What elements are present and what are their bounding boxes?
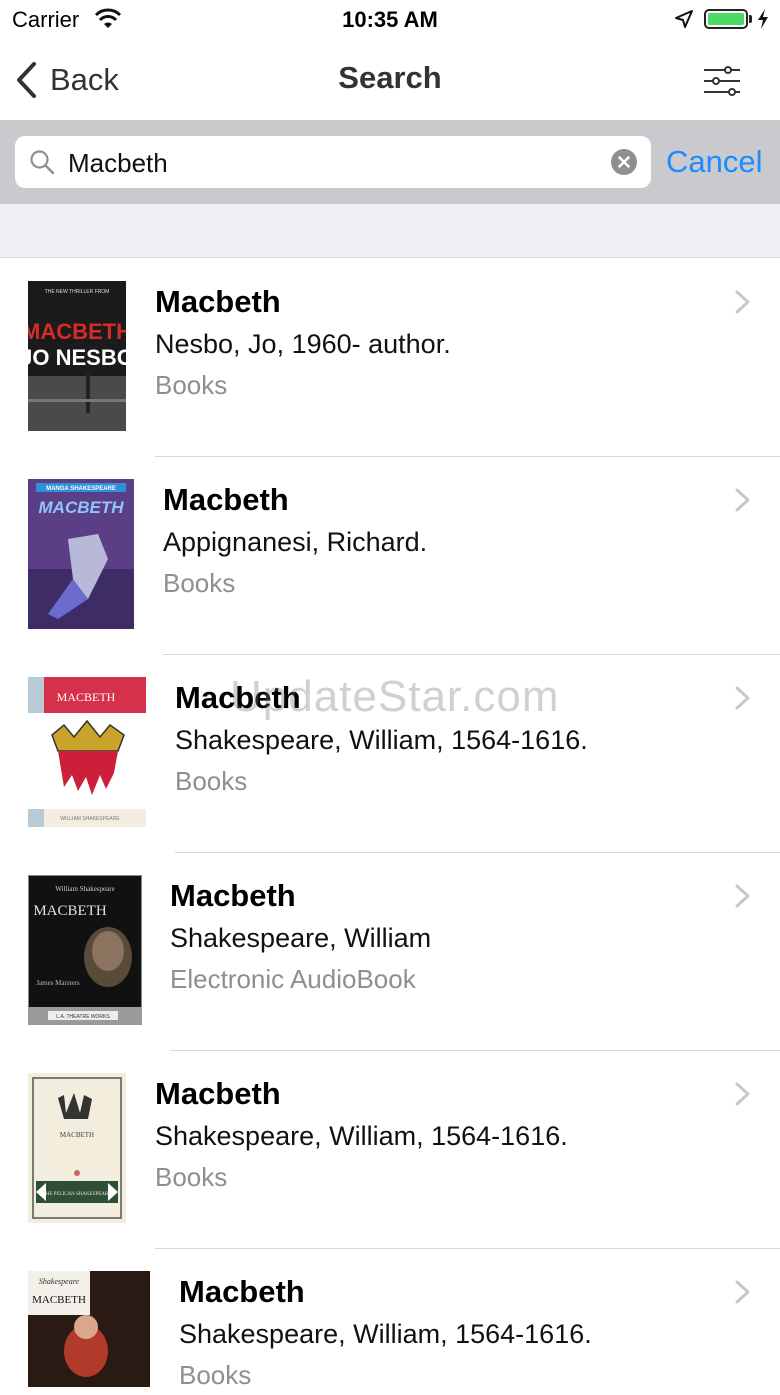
result-format: Electronic AudioBook [170, 964, 416, 994]
clock: 10:35 AM [342, 7, 438, 32]
result-title: Macbeth [175, 680, 301, 715]
svg-text:William Shakespeare: William Shakespeare [55, 885, 114, 893]
list-item[interactable]: MANGA SHAKESPEARE MACBETH Macbeth Appign… [0, 457, 780, 655]
audiobook-cover-image: William Shakespeare MACBETH James Marste… [28, 875, 142, 1025]
chevron-right-icon [735, 1082, 750, 1106]
result-title: Macbeth [170, 878, 296, 913]
sliders-icon[interactable] [702, 66, 742, 96]
svg-text:MACBETH: MACBETH [60, 1131, 94, 1139]
svg-text:MACBETH: MACBETH [33, 903, 107, 919]
result-text: Macbeth Appignanesi, Richard. Books [163, 479, 427, 603]
result-text: Macbeth Shakespeare, William, 1564-1616.… [175, 677, 588, 801]
battery-tip [749, 15, 752, 23]
result-format: Books [155, 370, 228, 400]
result-format: Books [155, 1162, 228, 1192]
book-cover-image: MACBETH THE PELICAN SHAKESPEARE [28, 1073, 126, 1223]
search-query-text: Macbeth [68, 148, 168, 178]
status-bar: Carrier 10:35 AM [0, 0, 780, 40]
search-input[interactable]: Macbeth [15, 136, 651, 188]
result-author: Shakespeare, William, 1564-1616. [155, 1121, 568, 1151]
clear-circle-icon[interactable] [611, 149, 637, 175]
result-author: Nesbo, Jo, 1960- author. [155, 329, 451, 359]
result-author: Shakespeare, William, 1564-1616. [179, 1319, 592, 1349]
result-author: Shakespeare, William, 1564-1616. [175, 725, 588, 755]
result-author: Shakespeare, William [170, 923, 432, 953]
navigation-bar: Back Search [0, 40, 780, 120]
chevron-right-icon [735, 488, 750, 512]
list-item[interactable]: MACBETH THE PELICAN SHAKESPEARE Macbeth … [0, 1051, 780, 1249]
result-title: Macbeth [155, 1076, 281, 1111]
result-format: Books [175, 766, 248, 796]
result-format: Books [163, 568, 236, 598]
svg-text:JO NESBO: JO NESBO [28, 345, 126, 370]
result-text: Macbeth Shakespeare, William, 1564-1616.… [155, 1073, 568, 1197]
page-title: Search [338, 60, 442, 95]
result-text: Macbeth Shakespeare, William Electronic … [170, 875, 431, 999]
result-text: Macbeth Nesbo, Jo, 1960- author. Books [155, 281, 451, 405]
result-format: Books [179, 1360, 252, 1390]
cancel-button[interactable]: Cancel [666, 144, 763, 180]
svg-text:MACBETH: MACBETH [28, 319, 126, 344]
svg-text:MANGA SHAKESPEARE: MANGA SHAKESPEARE [46, 486, 116, 492]
svg-text:MACBETH: MACBETH [57, 690, 116, 704]
result-text: Macbeth Shakespeare, William, 1564-1616.… [179, 1271, 592, 1395]
magnifier-icon [30, 150, 55, 175]
svg-text:L.A. THEATRE WORKS: L.A. THEATRE WORKS [56, 1014, 110, 1020]
svg-text:WILLIAM SHAKESPEARE: WILLIAM SHAKESPEARE [60, 816, 120, 822]
svg-text:Shakespeare: Shakespeare [39, 1277, 80, 1286]
book-cover-image: MACBETH WILLIAM SHAKESPEARE [28, 677, 146, 827]
book-cover-image: THE NEW THRILLER FROM MACBETH JO NESBO [28, 281, 126, 431]
chevron-right-icon [735, 1280, 750, 1304]
location-arrow-icon [675, 10, 693, 28]
svg-text:THE NEW THRILLER FROM: THE NEW THRILLER FROM [45, 289, 110, 295]
list-item[interactable]: THE NEW THRILLER FROM MACBETH JO NESBO M… [0, 259, 780, 457]
book-cover-image: Shakespeare MACBETH [28, 1271, 150, 1387]
result-title: Macbeth [155, 284, 281, 319]
chevron-right-icon [735, 290, 750, 314]
result-title: Macbeth [179, 1274, 305, 1309]
list-item[interactable]: MACBETH WILLIAM SHAKESPEARE Macbeth Shak… [0, 655, 780, 853]
book-cover-image: MANGA SHAKESPEARE MACBETH [28, 479, 134, 629]
result-author: Appignanesi, Richard. [163, 527, 428, 557]
search-bar: Macbeth Cancel [0, 120, 780, 204]
result-title: Macbeth [163, 482, 289, 517]
section-spacer [0, 204, 780, 258]
battery-icon [704, 9, 748, 29]
svg-text:James Marsters: James Marsters [36, 979, 80, 987]
list-item[interactable]: Shakespeare MACBETH Macbeth Shakespeare,… [0, 1249, 780, 1390]
svg-text:MACBETH: MACBETH [39, 498, 125, 517]
list-item[interactable]: William Shakespeare MACBETH James Marste… [0, 853, 780, 1051]
svg-text:THE PELICAN SHAKESPEARE: THE PELICAN SHAKESPEARE [43, 1192, 112, 1197]
charging-bolt-icon [758, 9, 768, 29]
chevron-right-icon [735, 884, 750, 908]
svg-text:MACBETH: MACBETH [32, 1294, 86, 1306]
chevron-right-icon [735, 686, 750, 710]
